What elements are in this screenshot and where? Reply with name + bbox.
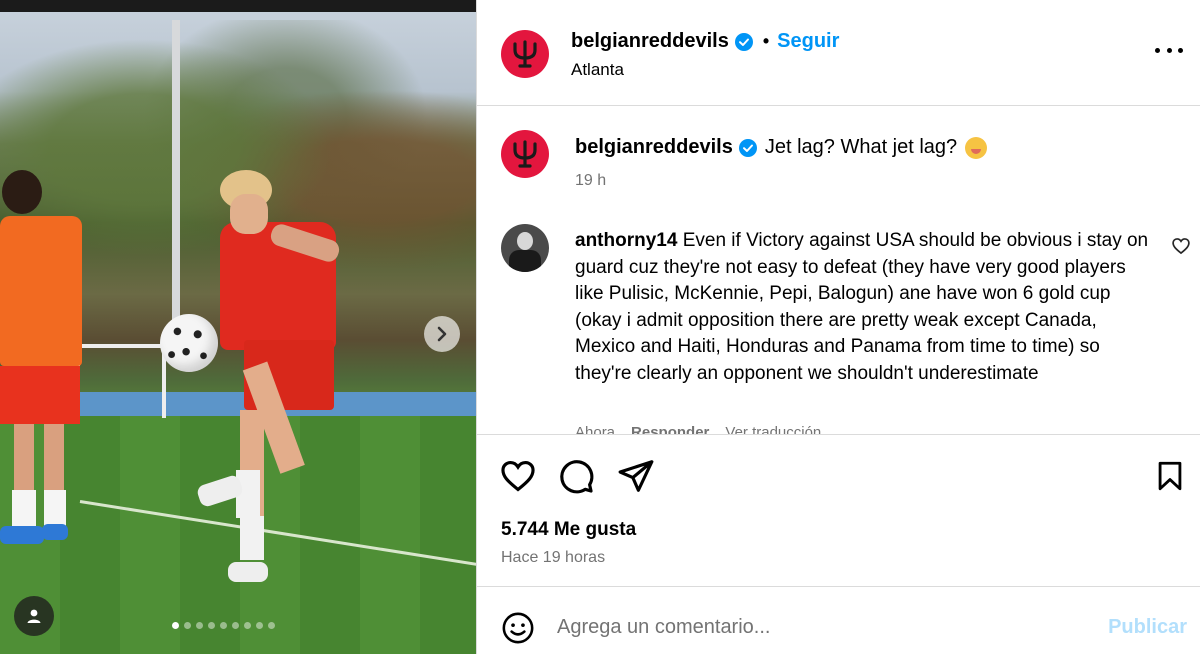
commenter-avatar[interactable] [501, 224, 549, 272]
caption-timestamp[interactable]: 19 h [575, 172, 606, 190]
trident-logo-icon [513, 40, 537, 68]
header-separator: • [762, 31, 770, 51]
verified-badge-icon [738, 138, 757, 157]
comment-item: anthorny14 Even if Victory against USA s… [477, 216, 1200, 434]
carousel-dot [208, 622, 215, 629]
translate-button[interactable]: Ver traducción [725, 424, 821, 434]
carousel-dot [232, 622, 239, 629]
likes-count[interactable]: 5.744 Me gusta [501, 519, 636, 541]
carousel-dot [184, 622, 191, 629]
heart-icon[interactable] [1171, 236, 1191, 256]
comment-text: Even if Victory against USA should be ob… [575, 230, 1149, 384]
comment-input[interactable] [557, 607, 1077, 647]
carousel-dot [196, 622, 203, 629]
comment-meta: Ahora Responder Ver traducción [575, 424, 821, 434]
carousel-dot [172, 622, 179, 629]
profile-avatar[interactable] [501, 30, 549, 78]
carousel-dot [244, 622, 251, 629]
photo-ball [160, 314, 218, 372]
caption-avatar[interactable] [501, 130, 549, 178]
share-icon[interactable] [617, 457, 655, 495]
tagged-users-button[interactable] [14, 596, 54, 636]
caption-line: belgianreddevils Jet lag? What jet lag? [575, 136, 988, 159]
face-emoji-icon [965, 136, 988, 159]
heart-icon[interactable] [499, 457, 537, 495]
trident-logo-icon [513, 140, 537, 168]
publish-button[interactable]: Publicar [1108, 616, 1187, 639]
more-options-icon[interactable] [1155, 40, 1183, 60]
caption-text: Jet lag? What jet lag? [764, 136, 958, 158]
comment-time: Ahora [575, 424, 616, 434]
emoji-icon[interactable] [501, 611, 535, 645]
carousel-dot [256, 622, 263, 629]
post-date[interactable]: Hace 19 horas [501, 549, 605, 567]
bookmark-icon[interactable] [1153, 457, 1187, 495]
reply-button[interactable]: Responder [631, 424, 709, 434]
follow-button[interactable]: Seguir [777, 30, 839, 53]
post-header: belgianreddevils • Seguir Atlanta [477, 0, 1200, 106]
commenter-username[interactable]: anthorny14 [575, 230, 677, 251]
comment-composer: Publicar [477, 586, 1200, 654]
carousel-dots [172, 622, 275, 629]
author-username[interactable]: belgianreddevils [571, 30, 729, 53]
post-photo[interactable] [0, 0, 476, 654]
post-location[interactable]: Atlanta [571, 60, 624, 80]
verified-badge-icon [734, 32, 753, 51]
comment-body: anthorny14 Even if Victory against USA s… [575, 228, 1155, 387]
post-actions: 5.744 Me gusta Hace 19 horas [477, 434, 1200, 586]
comment-icon[interactable] [557, 457, 595, 495]
user-icon [27, 609, 41, 623]
carousel-dot [220, 622, 227, 629]
post-author: belgianreddevils • Seguir [571, 30, 839, 53]
caption-username[interactable]: belgianreddevils [575, 136, 733, 159]
post-details-panel: belgianreddevils • Seguir Atlanta belgia… [476, 0, 1200, 654]
photo-top-strip [0, 0, 476, 12]
photo-player-left [0, 168, 92, 548]
carousel-next-button[interactable] [424, 316, 460, 352]
post-caption: belgianreddevils Jet lag? What jet lag? … [477, 106, 1200, 206]
chevron-right-icon [437, 326, 447, 342]
photo-light-pole [172, 20, 180, 320]
photo-player-center [190, 170, 350, 590]
carousel-dot [268, 622, 275, 629]
